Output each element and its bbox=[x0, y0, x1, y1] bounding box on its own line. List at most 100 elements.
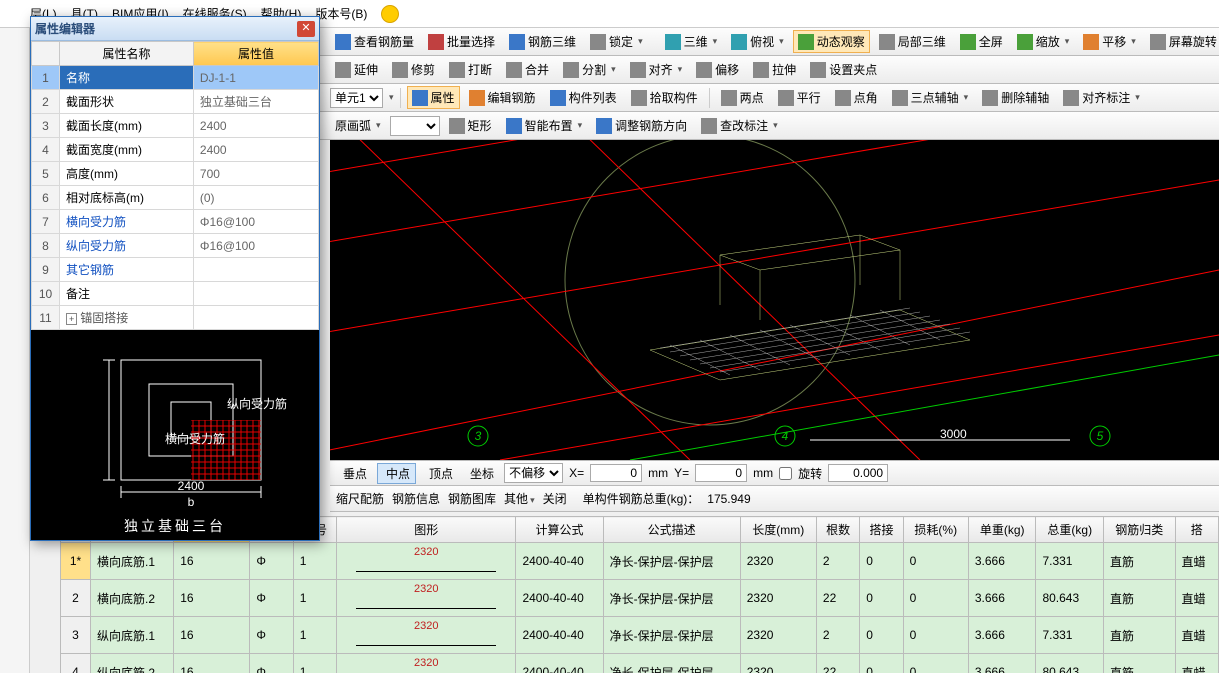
svg-text:b: b bbox=[188, 495, 195, 509]
zoom[interactable]: 缩放▾ bbox=[1012, 30, 1075, 53]
fullscreen[interactable]: 全屏 bbox=[955, 30, 1008, 53]
prop-row[interactable]: 8纵向受力筋Φ16@100 bbox=[32, 234, 319, 258]
prop-row[interactable]: 5高度(mm)700 bbox=[32, 162, 319, 186]
set-grip[interactable]: 设置夹点 bbox=[805, 58, 882, 81]
other[interactable]: 其他▾ bbox=[504, 490, 535, 507]
menu-version[interactable]: 版本号(B) bbox=[315, 5, 367, 22]
offset-combo[interactable]: 不偏移 bbox=[504, 463, 563, 483]
view-top[interactable]: 俯视▾ bbox=[726, 30, 789, 53]
grip-icon bbox=[810, 62, 826, 78]
prop-row[interactable]: 2截面形状独立基础三台 bbox=[32, 90, 319, 114]
unit-combo[interactable]: 单元1 bbox=[330, 88, 383, 108]
rebar-header[interactable]: 长度(mm) bbox=[740, 517, 816, 543]
local-3d[interactable]: 局部三维 bbox=[874, 30, 951, 53]
property-preview: 2400 b 横向受力筋 纵向受力筋 独立基础三台 bbox=[31, 330, 319, 540]
local3d-icon bbox=[879, 34, 895, 50]
snap-vertex[interactable]: 顶点 bbox=[422, 464, 457, 483]
prop-row[interactable]: 6相对底标高(m)(0) bbox=[32, 186, 319, 210]
pan[interactable]: 平移▾ bbox=[1078, 30, 1141, 53]
lock[interactable]: 锁定▾ bbox=[585, 30, 648, 53]
component-list[interactable]: 构件列表 bbox=[545, 86, 622, 109]
sigma-icon bbox=[335, 34, 351, 50]
rebar-header[interactable]: 总重(kg) bbox=[1036, 517, 1104, 543]
merge[interactable]: 合并 bbox=[501, 58, 554, 81]
trim[interactable]: 修剪 bbox=[387, 58, 440, 81]
prop-row[interactable]: 3截面长度(mm)2400 bbox=[32, 114, 319, 138]
y-input[interactable] bbox=[695, 464, 747, 482]
pick-component[interactable]: 拾取构件 bbox=[626, 86, 703, 109]
rebar-info[interactable]: 钢筋信息 bbox=[392, 490, 440, 507]
edit-rebar[interactable]: 编辑钢筋 bbox=[464, 86, 541, 109]
orbit-icon bbox=[798, 34, 814, 50]
close-button[interactable]: ✕ bbox=[297, 21, 315, 37]
cube-icon bbox=[509, 34, 525, 50]
close[interactable]: 关闭 bbox=[543, 490, 567, 507]
rebar-header[interactable]: 单重(kg) bbox=[968, 517, 1036, 543]
two-point[interactable]: 两点 bbox=[716, 86, 769, 109]
parallel[interactable]: 平行 bbox=[773, 86, 826, 109]
rebar-header[interactable]: 损耗(%) bbox=[903, 517, 968, 543]
rebar-header[interactable]: 搭 bbox=[1175, 517, 1218, 543]
rebar-header[interactable]: 计算公式 bbox=[516, 517, 603, 543]
rect[interactable]: 矩形 bbox=[444, 114, 497, 137]
prop-header-name: 属性名称 bbox=[60, 42, 194, 66]
three-point-aux[interactable]: 三点辅轴▾ bbox=[887, 86, 974, 109]
offset[interactable]: 偏移 bbox=[691, 58, 744, 81]
prop-row[interactable]: 11+锚固搭接 bbox=[32, 306, 319, 330]
scale-rebar[interactable]: 缩尺配筋 bbox=[336, 490, 384, 507]
snap-coord[interactable]: 坐标 bbox=[463, 464, 498, 483]
smart-layout[interactable]: 智能布置▾ bbox=[501, 114, 588, 137]
rebar-header[interactable]: 图形 bbox=[337, 517, 516, 543]
dynamic-observe[interactable]: 动态观察 bbox=[793, 30, 870, 53]
dialog-titlebar[interactable]: 属性编辑器 ✕ bbox=[31, 17, 319, 41]
align-annot[interactable]: 对齐标注▾ bbox=[1058, 86, 1145, 109]
rotate-check[interactable] bbox=[779, 467, 792, 480]
empty-combo[interactable] bbox=[390, 116, 440, 136]
rebar-lib[interactable]: 钢筋图库 bbox=[448, 490, 496, 507]
x-input[interactable] bbox=[590, 464, 642, 482]
svg-text:3000: 3000 bbox=[940, 427, 967, 441]
pick-icon bbox=[631, 90, 647, 106]
prop-row[interactable]: 9其它钢筋 bbox=[32, 258, 319, 282]
orig-arc[interactable]: 原画弧▾ bbox=[330, 114, 386, 137]
fullscreen-icon bbox=[960, 34, 976, 50]
prop-button[interactable]: 属性 bbox=[407, 86, 460, 109]
adjust-rebar-dir[interactable]: 调整钢筋方向 bbox=[591, 114, 692, 137]
prop-row[interactable]: 10备注 bbox=[32, 282, 319, 306]
rebar-header[interactable]: 根数 bbox=[816, 517, 859, 543]
prop-row[interactable]: 7横向受力筋Φ16@100 bbox=[32, 210, 319, 234]
prop-row[interactable]: 1名称DJ-1-1 bbox=[32, 66, 319, 90]
pointangle-icon bbox=[835, 90, 851, 106]
align[interactable]: 对齐▾ bbox=[625, 58, 688, 81]
delete-aux[interactable]: 删除辅轴 bbox=[977, 86, 1054, 109]
break[interactable]: 打断 bbox=[444, 58, 497, 81]
split[interactable]: 分割▾ bbox=[558, 58, 621, 81]
rotate-input[interactable] bbox=[828, 464, 888, 482]
rebar-3d[interactable]: 钢筋三维 bbox=[504, 30, 581, 53]
rotate-label: 旋转 bbox=[798, 465, 822, 482]
view-3d[interactable]: 三维▾ bbox=[660, 30, 723, 53]
table-row[interactable]: 4纵向底筋.216Φ123202400-40-40净长-保护层-保护层23202… bbox=[61, 654, 1219, 673]
annot-icon bbox=[1063, 90, 1079, 106]
point-angle[interactable]: 点角 bbox=[830, 86, 883, 109]
screen-rotate[interactable]: 屏幕旋转▾ bbox=[1145, 30, 1219, 53]
rebar-header[interactable]: 搭接 bbox=[860, 517, 903, 543]
view-rebar-qty[interactable]: 查看钢筋量 bbox=[330, 30, 419, 53]
batch-select[interactable]: 批量选择 bbox=[423, 30, 500, 53]
rebar-header[interactable]: 钢筋归类 bbox=[1104, 517, 1176, 543]
select-icon bbox=[428, 34, 444, 50]
table-row[interactable]: 1*横向底筋.116Φ123202400-40-40净长-保护层-保护层2320… bbox=[61, 543, 1219, 580]
weight-label: 单构件钢筋总重(kg)： bbox=[583, 490, 700, 507]
property-editor-dialog[interactable]: 属性编辑器 ✕ 属性名称 属性值 1名称DJ-1-12截面形状独立基础三台3截面… bbox=[30, 16, 320, 541]
rebar-header[interactable]: 公式描述 bbox=[603, 517, 740, 543]
prop-row[interactable]: 4截面宽度(mm)2400 bbox=[32, 138, 319, 162]
extend[interactable]: 延伸 bbox=[330, 58, 383, 81]
table-row[interactable]: 3纵向底筋.116Φ123202400-40-40净长-保护层-保护层23202… bbox=[61, 617, 1219, 654]
viewport[interactable]: 3 4 5 3000 bbox=[330, 140, 1219, 460]
stretch[interactable]: 拉伸 bbox=[748, 58, 801, 81]
snap-mid[interactable]: 中点 bbox=[377, 463, 416, 484]
edit-annot[interactable]: 查改标注▾ bbox=[696, 114, 783, 137]
snap-perp[interactable]: 垂点 bbox=[336, 464, 371, 483]
rotate-icon bbox=[1150, 34, 1166, 50]
table-row[interactable]: 2横向底筋.216Φ123202400-40-40净长-保护层-保护层23202… bbox=[61, 580, 1219, 617]
